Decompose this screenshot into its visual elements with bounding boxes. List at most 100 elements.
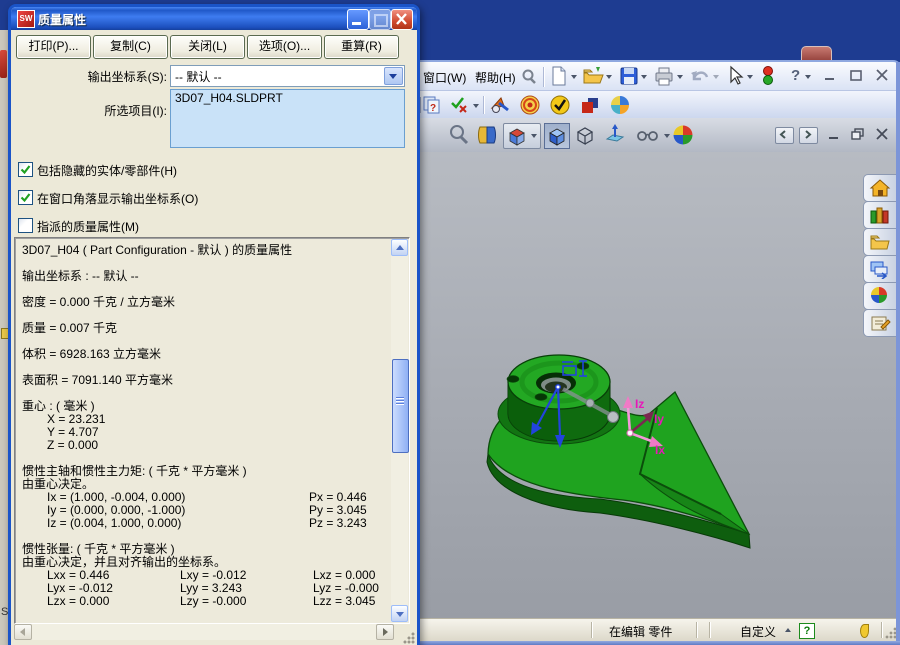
scroll-up-icon[interactable] bbox=[391, 239, 408, 256]
traffic-light-icon[interactable] bbox=[761, 65, 783, 87]
taskpane-tab-design-library[interactable] bbox=[863, 201, 896, 229]
print-button[interactable]: 打印(P)... bbox=[16, 35, 91, 59]
results-horizontal-scrollbar[interactable] bbox=[14, 624, 394, 640]
check-icon[interactable] bbox=[549, 94, 571, 116]
save-icon[interactable] bbox=[619, 65, 641, 87]
results-mass: 质量 = 0.007 千克 bbox=[22, 322, 388, 335]
appearance-sphere-icon[interactable] bbox=[609, 94, 631, 116]
selected-items-label: 所选项目(I): bbox=[47, 102, 167, 119]
triad-label-ix: Ix bbox=[655, 443, 665, 457]
taskpane-tab-appearances[interactable] bbox=[863, 282, 896, 310]
output-coord-label: 输出坐标系(S): bbox=[47, 68, 167, 85]
normal-to-icon[interactable] bbox=[603, 123, 627, 147]
menu-window[interactable]: 窗口(W) bbox=[423, 69, 466, 86]
scroll-left-icon[interactable] bbox=[14, 624, 32, 640]
view-toolbar bbox=[413, 118, 896, 153]
status-custom[interactable]: 自定义 bbox=[740, 623, 776, 640]
list-item[interactable]: 3D07_H04.SLDPRT bbox=[171, 90, 404, 106]
taskpane-tab-file-explorer[interactable] bbox=[863, 228, 896, 256]
menu-bar: 窗口(W) 帮助(H) bbox=[413, 60, 900, 92]
glasses-dropdown-icon[interactable] bbox=[664, 134, 670, 138]
measure-icon[interactable] bbox=[489, 94, 511, 116]
combo-dropdown-icon[interactable] bbox=[384, 67, 403, 85]
results-surface-area: 表面积 = 7091.140 平方毫米 bbox=[22, 374, 388, 387]
dialog-close-button[interactable] bbox=[391, 9, 413, 30]
verification-dropdown-icon[interactable] bbox=[473, 104, 479, 108]
part-3d-model[interactable]: Iz Iy Ix bbox=[413, 152, 896, 618]
standard-views-icon[interactable] bbox=[503, 123, 541, 149]
new-document-icon[interactable] bbox=[549, 65, 571, 87]
zoom-icon[interactable] bbox=[447, 123, 471, 147]
save-dropdown-icon[interactable] bbox=[641, 75, 647, 79]
window-close-icon[interactable] bbox=[873, 68, 891, 84]
checkbox-box-checked[interactable] bbox=[18, 162, 33, 177]
copy-button[interactable]: 复制(C) bbox=[93, 35, 168, 59]
shaded-view-icon[interactable] bbox=[544, 123, 570, 149]
undo-dropdown-icon[interactable] bbox=[713, 75, 719, 79]
render-sphere-icon[interactable] bbox=[671, 123, 695, 147]
taskpane-tab-custom-properties[interactable] bbox=[863, 309, 896, 337]
results-volume: 体积 = 6928.163 立方毫米 bbox=[22, 348, 388, 361]
dialog-title-bar[interactable]: SW 质量属性 bbox=[11, 7, 417, 30]
view-orientation-glasses-icon[interactable] bbox=[635, 123, 659, 147]
mass-properties-icon[interactable]: ? bbox=[421, 94, 443, 116]
quick-tips-icon[interactable]: ? bbox=[799, 623, 815, 639]
compare-documents-icon[interactable] bbox=[579, 94, 601, 116]
graphics-viewport[interactable]: Iz Iy Ix bbox=[413, 152, 896, 618]
window-border-right bbox=[896, 62, 900, 641]
verification-icon[interactable] bbox=[449, 94, 471, 116]
scroll-down-icon[interactable] bbox=[391, 605, 408, 622]
pane-left-icon[interactable] bbox=[775, 127, 794, 144]
results-coord: 输出坐标系 : -- 默认 -- bbox=[22, 270, 388, 283]
child-restore-icon[interactable] bbox=[849, 127, 867, 143]
taskpane-tab-resources[interactable] bbox=[863, 174, 896, 202]
help-dropdown-icon[interactable] bbox=[805, 75, 811, 79]
print-dropdown-icon[interactable] bbox=[677, 75, 683, 79]
output-coord-value: -- 默认 -- bbox=[175, 68, 222, 85]
dialog-resize-grip[interactable] bbox=[402, 631, 415, 644]
triad-label-iz: Iz bbox=[635, 397, 644, 411]
help-icon[interactable]: ? bbox=[791, 67, 800, 84]
options-button[interactable]: 选项(O)... bbox=[247, 35, 322, 59]
print-icon[interactable] bbox=[653, 65, 675, 87]
screen: 窗口(W) 帮助(H) bbox=[0, 0, 900, 645]
results-text: 3D07_H04 ( Part Configuration - 默认 ) 的质量… bbox=[17, 240, 390, 621]
section-view-icon[interactable] bbox=[475, 123, 499, 147]
open-icon[interactable] bbox=[582, 65, 604, 87]
status-editing: 在编辑 零件 bbox=[609, 623, 672, 640]
lightweight-icon bbox=[860, 624, 869, 638]
pane-right-icon[interactable] bbox=[799, 127, 818, 144]
wireframe-view-icon[interactable] bbox=[573, 123, 597, 147]
solidworks-logo-icon: SW bbox=[17, 10, 35, 28]
mass-properties-dialog: SW 质量属性 打印(P)... 复制(C) 关闭(L) 选项(O)... 重算… bbox=[8, 4, 420, 645]
dialog-minimize-button[interactable] bbox=[347, 9, 369, 30]
checkbox-box-checked[interactable] bbox=[18, 190, 33, 205]
scroll-right-icon[interactable] bbox=[376, 624, 394, 640]
custom-dropdown-icon[interactable] bbox=[785, 628, 791, 632]
window-minimize-icon[interactable] bbox=[821, 68, 839, 84]
menu-help[interactable]: 帮助(H) bbox=[475, 69, 516, 86]
results-com-z: Z = 0.000 bbox=[22, 439, 388, 452]
selected-items-list[interactable]: 3D07_H04.SLDPRT bbox=[170, 89, 405, 148]
undo-icon[interactable] bbox=[689, 65, 711, 87]
dialog-title: 质量属性 bbox=[38, 11, 86, 28]
child-minimize-icon[interactable] bbox=[825, 127, 843, 143]
new-dropdown-icon[interactable] bbox=[571, 75, 577, 79]
search-icon[interactable] bbox=[521, 69, 537, 85]
results-vertical-scrollbar[interactable] bbox=[391, 239, 408, 622]
results-box: 3D07_H04 ( Part Configuration - 默认 ) 的质量… bbox=[14, 237, 410, 624]
window-restore-icon[interactable] bbox=[847, 68, 865, 84]
output-coord-combobox[interactable]: -- 默认 -- bbox=[170, 65, 405, 87]
dialog-maximize-button[interactable] bbox=[369, 9, 391, 30]
select-dropdown-icon[interactable] bbox=[747, 75, 753, 79]
taskpane-tab-view-palette[interactable] bbox=[863, 255, 896, 283]
scrollbar-thumb[interactable] bbox=[392, 359, 409, 453]
checkbox-box-unchecked[interactable] bbox=[18, 218, 33, 233]
close-button[interactable]: 关闭(L) bbox=[170, 35, 245, 59]
select-cursor-icon[interactable] bbox=[725, 65, 747, 87]
open-dropdown-icon[interactable] bbox=[606, 75, 612, 79]
section-properties-icon[interactable] bbox=[519, 94, 541, 116]
standard-views-dropdown-icon[interactable] bbox=[531, 134, 537, 138]
child-close-icon[interactable] bbox=[873, 127, 891, 143]
recalculate-button[interactable]: 重算(R) bbox=[324, 35, 399, 59]
